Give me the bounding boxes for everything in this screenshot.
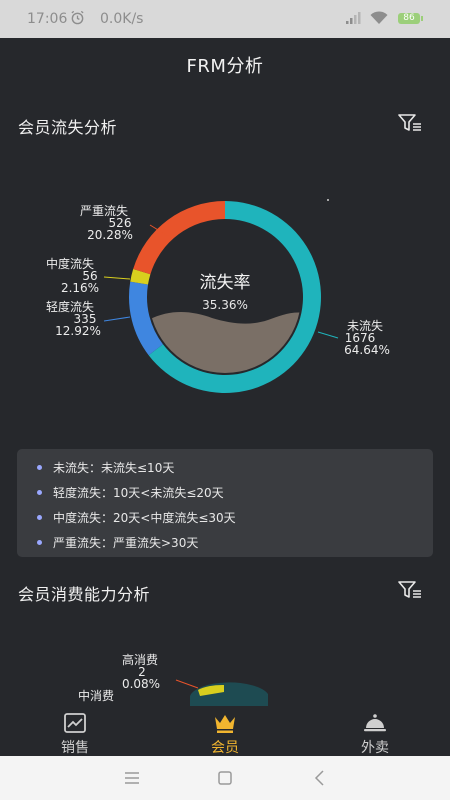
bullet-icon xyxy=(37,515,42,520)
tab-sales[interactable]: 销售 xyxy=(0,706,150,756)
network-speed: 0.0K/s xyxy=(100,11,144,27)
tab-takeout[interactable]: 外卖 xyxy=(300,706,450,756)
legend-item-light: 轻度流失：10天<未流失≤20天 xyxy=(37,484,224,501)
wifi-icon xyxy=(370,11,388,24)
label-severe-percent: 20.28% xyxy=(87,228,133,242)
bullet-icon xyxy=(37,465,42,470)
tab-label: 外卖 xyxy=(361,740,389,756)
label-moderate-percent: 2.16% xyxy=(61,281,99,295)
filter-icon[interactable] xyxy=(398,580,422,600)
donut-slice-3 xyxy=(133,201,225,275)
label-medium-name: 中消费 xyxy=(78,688,114,703)
label-high-percent: 0.08% xyxy=(122,677,160,691)
battery-indicator: 86 xyxy=(398,13,423,24)
label-light-percent: 12.92% xyxy=(55,324,101,338)
legend-text: 严重流失：严重流失>30天 xyxy=(53,536,199,550)
tab-label: 会员 xyxy=(211,740,239,756)
tab-member[interactable]: 会员 xyxy=(150,706,300,756)
legend-text: 中度流失：20天<中度流失≤30天 xyxy=(53,511,236,525)
legend-text: 未流失：未流失≤10天 xyxy=(53,461,175,475)
label-retained-percent: 64.64% xyxy=(344,343,390,357)
section-title-churn: 会员流失分析 xyxy=(18,118,118,137)
churn-donut-chart: 流失率 35.36% 严重流失 526 20.28% 中度流失 56 2.16%… xyxy=(46,199,390,393)
spending-donut-chart: 高消费 2 0.08% 中消费 xyxy=(78,652,268,706)
home-icon[interactable] xyxy=(215,768,235,788)
legend-item-moderate: 中度流失：20天<中度流失≤30天 xyxy=(37,509,236,526)
tab-label: 销售 xyxy=(61,740,89,756)
system-nav-bar xyxy=(0,756,450,800)
food-cloche-icon xyxy=(364,714,386,732)
churn-legend-panel: 未流失：未流失≤10天 轻度流失：10天<未流失≤20天 中度流失：20天<中度… xyxy=(17,449,433,557)
crown-icon xyxy=(215,715,235,733)
signal-icon xyxy=(346,12,361,24)
legend-item-severe: 严重流失：严重流失>30天 xyxy=(37,534,198,551)
sales-chart-icon xyxy=(64,713,86,733)
page-title: FRM分析 xyxy=(186,56,264,77)
section-title-spending: 会员消费能力分析 xyxy=(18,585,151,604)
bottom-tabbar: 销售 会员 外卖 xyxy=(0,706,450,756)
center-label: 流失率 xyxy=(200,273,251,293)
filter-icon[interactable] xyxy=(398,113,422,133)
menu-icon[interactable] xyxy=(122,768,142,788)
bullet-icon xyxy=(37,490,42,495)
center-value: 35.36% xyxy=(202,298,248,312)
alarm-icon xyxy=(71,10,84,25)
status-bar: 17:06 0.0K/s 86 xyxy=(0,0,450,38)
legend-text: 轻度流失：10天<未流失≤20天 xyxy=(53,486,224,500)
legend-item-retained: 未流失：未流失≤10天 xyxy=(37,459,174,476)
back-icon[interactable] xyxy=(310,768,330,788)
bullet-icon xyxy=(37,540,42,545)
status-time: 17:06 xyxy=(27,11,68,27)
